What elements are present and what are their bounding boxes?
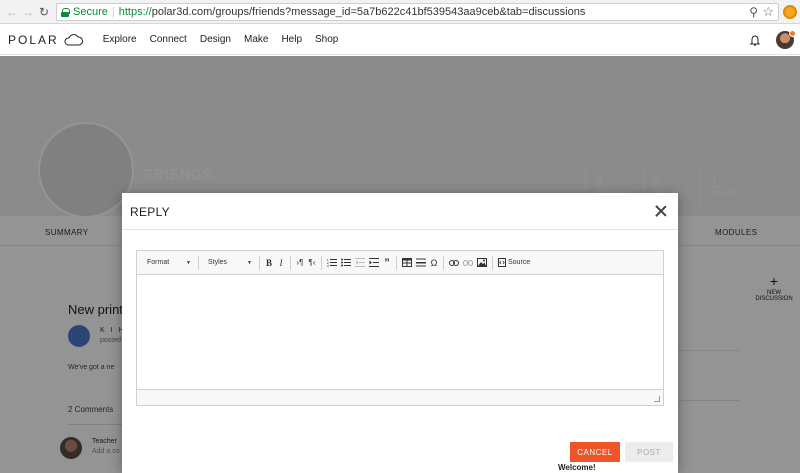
- toolbar-separator: [396, 255, 397, 270]
- outdent-icon[interactable]: [353, 255, 367, 271]
- special-char-icon[interactable]: Ω: [428, 255, 440, 271]
- nav-design[interactable]: Design: [200, 34, 231, 45]
- styles-label: Styles: [208, 259, 228, 266]
- lock-icon: [61, 7, 70, 17]
- logo-text: POLAR: [8, 32, 59, 47]
- back-icon[interactable]: ←: [4, 4, 20, 20]
- extension-icon[interactable]: [783, 5, 797, 19]
- format-dropdown[interactable]: Format ▼: [141, 255, 195, 271]
- image-icon[interactable]: [475, 255, 489, 271]
- caret-down-icon: ▼: [186, 259, 191, 266]
- reply-dialog: REPLY Format ▼ Styles ▼ B I ›¶ ¶‹ 123 ” …: [122, 193, 678, 473]
- url-text: polar3d.com/groups/friends?message_id=5a…: [151, 6, 586, 18]
- unlink-icon[interactable]: [461, 255, 475, 271]
- italic-icon[interactable]: I: [275, 255, 287, 271]
- cloud-icon: [63, 33, 83, 46]
- polar-logo[interactable]: POLAR: [8, 33, 83, 47]
- nav-explore[interactable]: Explore: [103, 34, 137, 45]
- main-nav: Explore Connect Design Make Help Shop: [103, 34, 352, 45]
- bookmark-star-icon[interactable]: ☆: [762, 4, 774, 20]
- toolbar-separator: [290, 255, 291, 270]
- zoom-icon[interactable]: ⚲: [749, 5, 758, 19]
- source-button[interactable]: Source: [496, 255, 532, 271]
- url-scheme: https://: [118, 6, 152, 18]
- address-bar[interactable]: Secure | https:// polar3d.com/groups/fri…: [56, 3, 779, 21]
- bold-icon[interactable]: B: [263, 255, 275, 271]
- horizontal-line-icon[interactable]: [414, 255, 428, 271]
- toolbar-separator: [259, 255, 260, 270]
- reload-icon[interactable]: ↻: [36, 4, 52, 20]
- browser-toolbar: ← → ↻ Secure | https:// polar3d.com/grou…: [0, 0, 800, 24]
- dialog-header: REPLY: [122, 193, 678, 230]
- cancel-button[interactable]: CANCEL: [570, 442, 620, 462]
- dialog-title: REPLY: [130, 205, 170, 219]
- close-icon[interactable]: [655, 205, 667, 217]
- caret-down-icon: ▼: [247, 259, 252, 266]
- nav-make[interactable]: Make: [244, 34, 268, 45]
- toolbar-separator: [198, 255, 199, 270]
- text-direction-rtl-icon[interactable]: ¶‹: [306, 255, 318, 271]
- format-label: Format: [147, 259, 170, 266]
- nav-shop[interactable]: Shop: [315, 34, 338, 45]
- nav-connect[interactable]: Connect: [150, 34, 187, 45]
- bullet-list-icon[interactable]: [339, 255, 353, 271]
- source-label: Source: [508, 259, 531, 266]
- indent-icon[interactable]: [367, 255, 381, 271]
- editor-toolbar: Format ▼ Styles ▼ B I ›¶ ¶‹ 123 ” Ω Sour…: [137, 251, 663, 275]
- link-icon[interactable]: [447, 255, 461, 271]
- post-button[interactable]: POST: [625, 442, 673, 462]
- nav-help[interactable]: Help: [281, 34, 302, 45]
- rich-text-editor: Format ▼ Styles ▼ B I ›¶ ¶‹ 123 ” Ω Sour…: [136, 250, 664, 406]
- user-avatar[interactable]: [776, 30, 796, 49]
- source-icon: [498, 258, 506, 267]
- editor-statusbar: [137, 389, 663, 405]
- resize-handle-icon[interactable]: [654, 396, 660, 402]
- toolbar-separator: [492, 255, 493, 270]
- table-icon[interactable]: [400, 255, 414, 271]
- bell-icon[interactable]: [749, 34, 761, 52]
- forward-icon[interactable]: →: [20, 4, 36, 20]
- editor-content-area[interactable]: [137, 275, 663, 389]
- numbered-list-icon[interactable]: 123: [325, 255, 339, 271]
- toolbar-separator: [321, 255, 322, 270]
- svg-text:3: 3: [327, 264, 329, 267]
- toolbar-separator: [443, 255, 444, 270]
- site-header: POLAR Explore Connect Design Make Help S…: [0, 25, 800, 55]
- welcome-text: Welcome!: [558, 463, 596, 472]
- blockquote-icon[interactable]: ”: [381, 255, 393, 271]
- secure-label: Secure: [73, 6, 108, 18]
- styles-dropdown[interactable]: Styles ▼: [202, 255, 256, 271]
- text-direction-ltr-icon[interactable]: ›¶: [294, 255, 306, 271]
- address-separator: |: [111, 6, 115, 18]
- notification-dot: [789, 30, 796, 37]
